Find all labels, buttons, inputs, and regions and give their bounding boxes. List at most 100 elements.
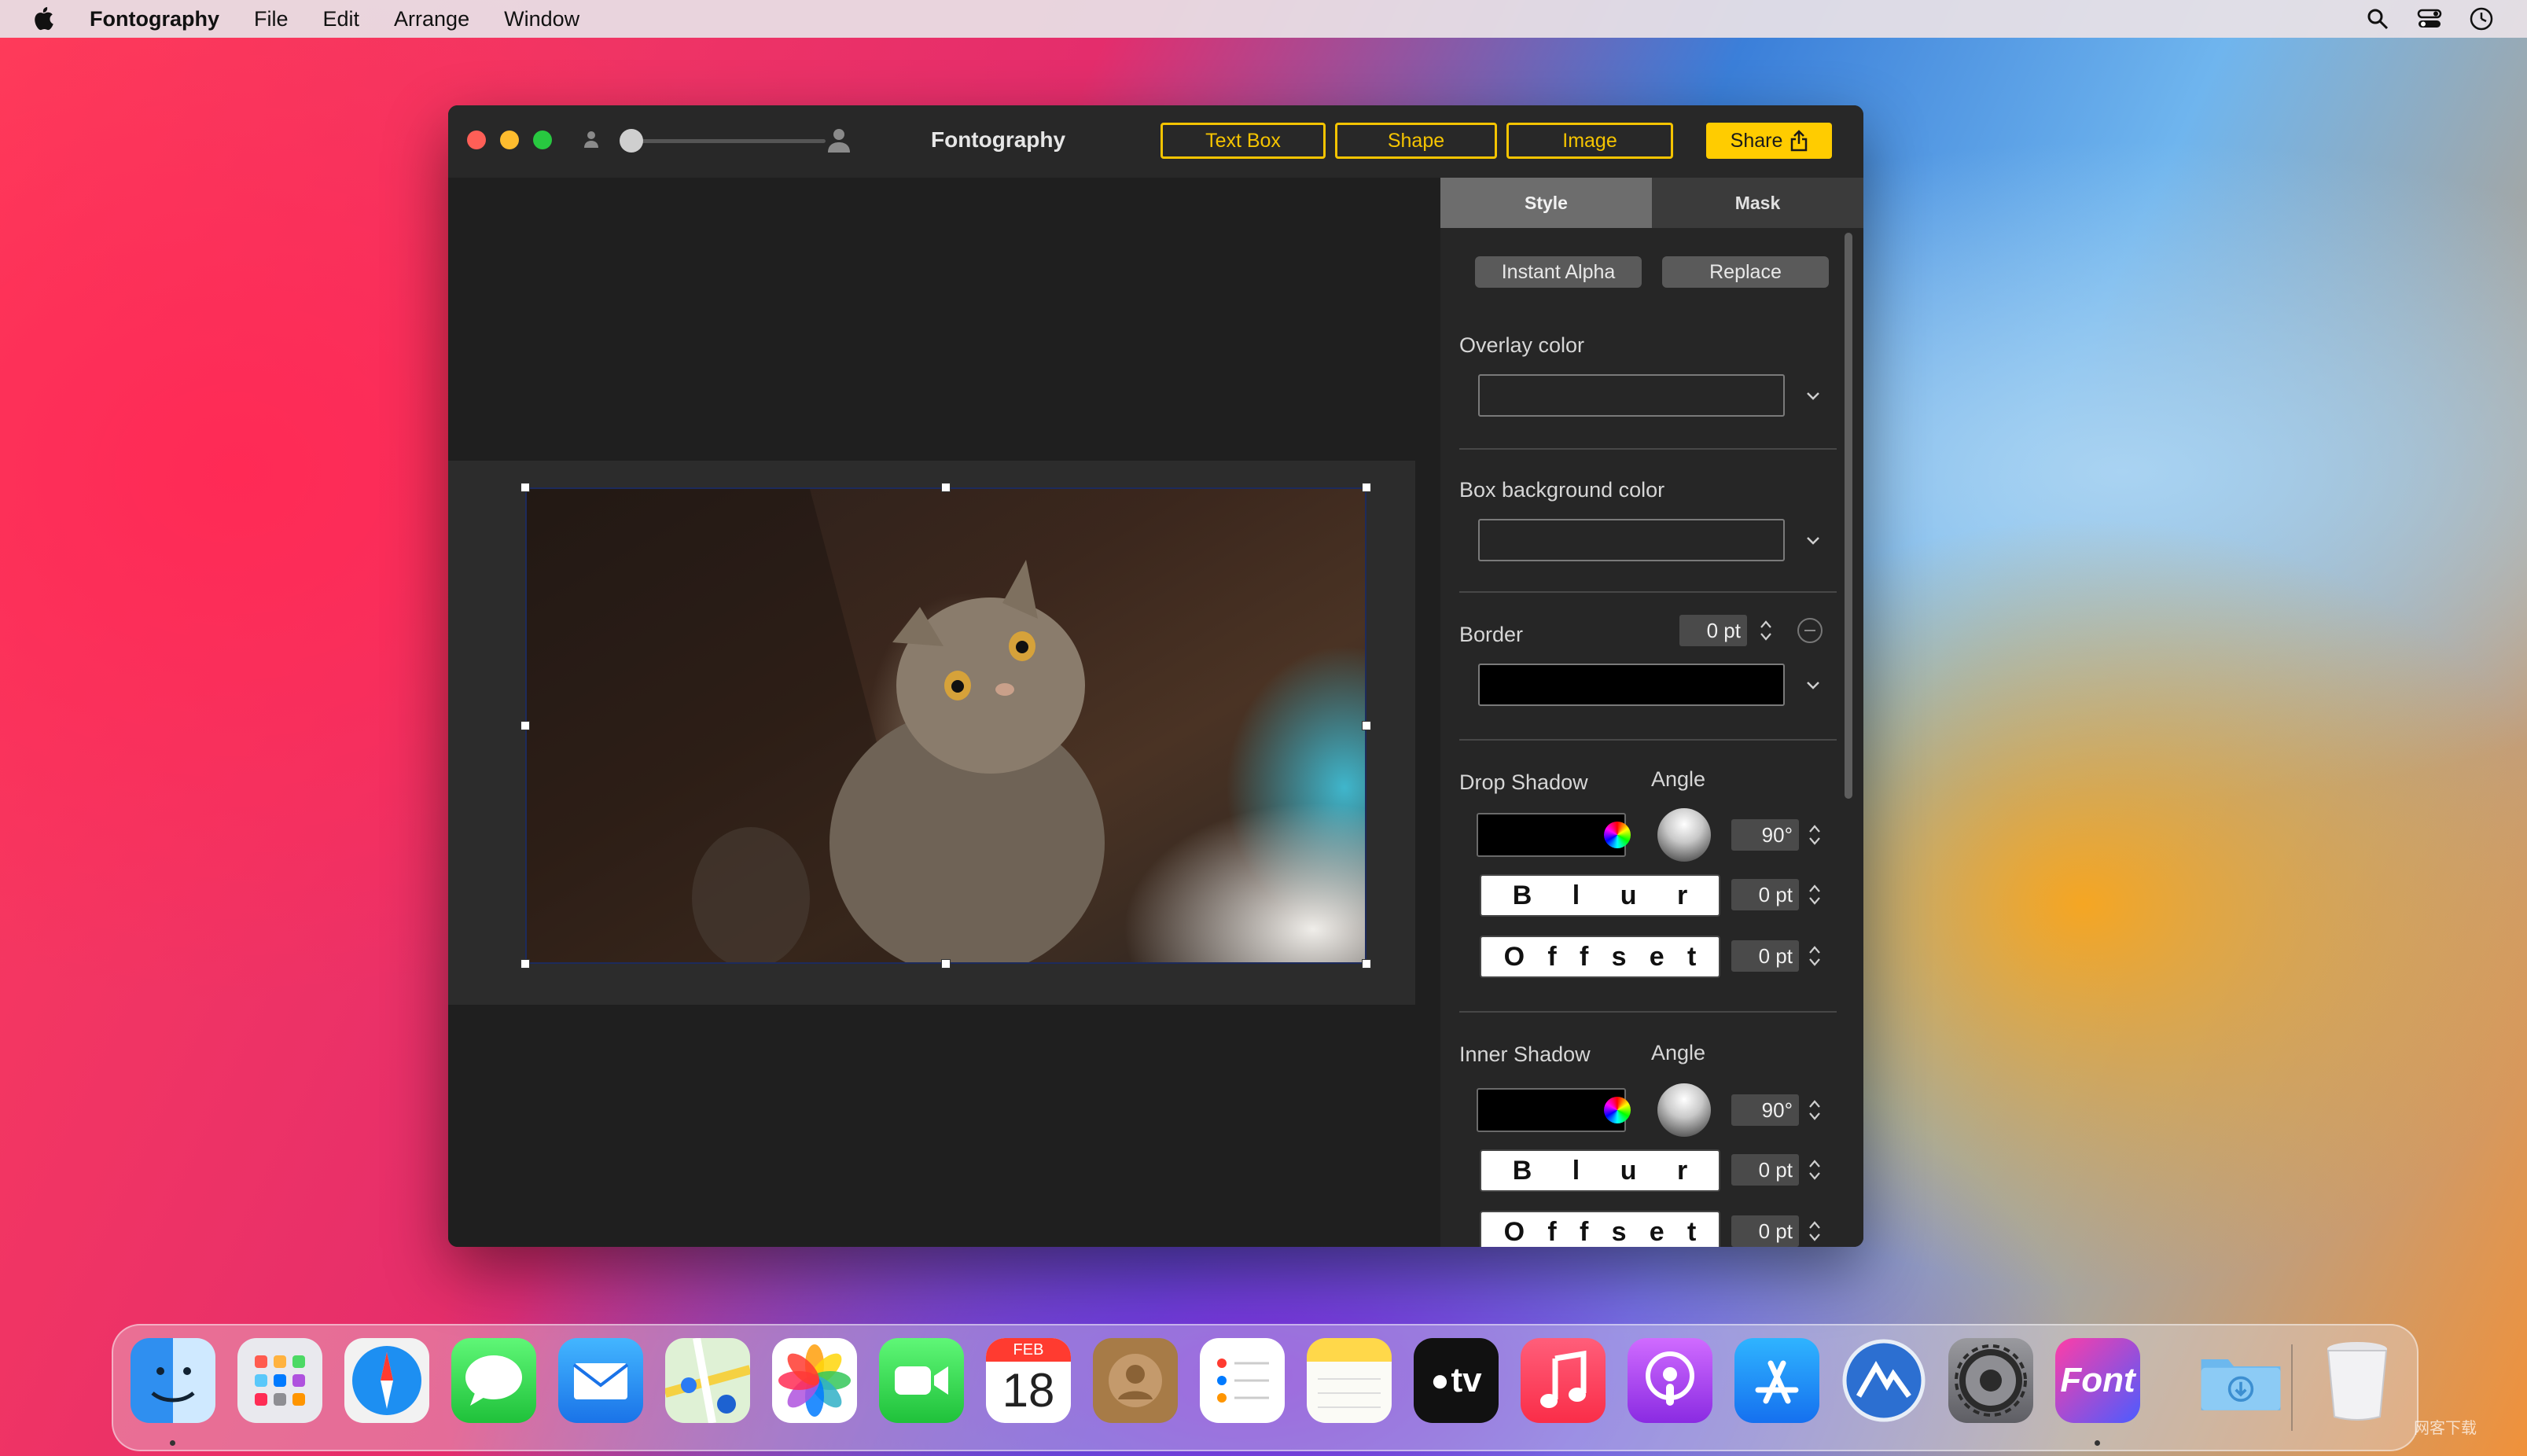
separator — [1459, 448, 1837, 450]
separator — [1459, 591, 1837, 593]
title-bar: Fontography Text Box Shape Image Share — [448, 105, 1863, 178]
running-indicator — [170, 1440, 175, 1446]
close-button[interactable] — [467, 131, 486, 149]
inner-shadow-angle-field[interactable]: 90° — [1731, 1094, 1799, 1126]
box-background-well[interactable] — [1478, 519, 1785, 561]
inner-shadow-blur-field[interactable]: 0 pt — [1731, 1154, 1799, 1186]
image-button[interactable]: Image — [1506, 123, 1673, 159]
drop-shadow-angle-field[interactable]: 90° — [1731, 819, 1799, 851]
launchpad-icon[interactable] — [237, 1338, 322, 1423]
toolbox-icon[interactable] — [1841, 1338, 1926, 1423]
color-wheel-icon[interactable] — [1604, 1097, 1631, 1123]
shape-button[interactable]: Shape — [1335, 123, 1497, 159]
drop-shadow-angle-stepper[interactable] — [1807, 819, 1823, 851]
minimize-button[interactable] — [500, 131, 519, 149]
clock-icon[interactable] — [2467, 5, 2496, 33]
drop-shadow-blur-stepper[interactable] — [1807, 879, 1823, 910]
inner-shadow-offset-field[interactable]: 0 pt — [1731, 1215, 1799, 1247]
drop-shadow-angle-knob[interactable] — [1657, 808, 1711, 862]
cat-image[interactable] — [525, 487, 1366, 964]
music-icon[interactable] — [1521, 1338, 1606, 1423]
border-label: Border — [1459, 623, 1524, 646]
inner-shadow-angle-knob[interactable] — [1657, 1083, 1711, 1137]
instant-alpha-button[interactable]: Instant Alpha — [1475, 256, 1642, 288]
contacts-icon[interactable] — [1093, 1338, 1178, 1423]
panel-scrollbar[interactable] — [1845, 233, 1852, 799]
zoom-slider-track[interactable] — [624, 139, 826, 143]
menu-bar: Fontography File Edit Arrange Window — [0, 0, 2527, 38]
color-wheel-icon[interactable] — [1604, 822, 1631, 848]
app-store-icon[interactable] — [1734, 1338, 1819, 1423]
offset-letter: t — [1687, 1216, 1697, 1247]
font-label: Font — [2060, 1361, 2135, 1399]
mail-icon[interactable] — [558, 1338, 643, 1423]
inner-shadow-offset-stepper[interactable] — [1807, 1215, 1823, 1247]
menu-window[interactable]: Window — [504, 7, 579, 31]
selection-handle-mr[interactable] — [1362, 721, 1371, 730]
notes-icon[interactable] — [1307, 1338, 1392, 1423]
tab-mask[interactable]: Mask — [1652, 178, 1863, 228]
selection-handle-ml[interactable] — [520, 721, 530, 730]
messages-icon[interactable] — [451, 1338, 536, 1423]
blur-letter: u — [1620, 880, 1637, 910]
inner-shadow-offset-label: O f f s e t — [1480, 1211, 1720, 1247]
menu-arrange[interactable]: Arrange — [394, 7, 469, 31]
calendar-day: 18 — [1002, 1364, 1055, 1417]
podcasts-icon[interactable] — [1628, 1338, 1712, 1423]
drop-shadow-blur-field[interactable]: 0 pt — [1731, 879, 1799, 910]
finder-icon[interactable] — [131, 1338, 215, 1423]
downloads-folder-icon[interactable] — [2198, 1338, 2283, 1423]
selection-handle-tl[interactable] — [520, 483, 530, 492]
replace-button[interactable]: Replace — [1662, 256, 1829, 288]
safari-icon[interactable] — [344, 1338, 429, 1423]
system-preferences-icon[interactable] — [1948, 1338, 2033, 1423]
selection-handle-bm[interactable] — [941, 959, 951, 969]
drop-shadow-offset-field[interactable]: 0 pt — [1731, 940, 1799, 972]
search-icon[interactable] — [2363, 5, 2392, 33]
box-background-label: Box background color — [1459, 478, 1665, 502]
drop-shadow-offset-stepper[interactable] — [1807, 940, 1823, 972]
selection-handle-tm[interactable] — [941, 483, 951, 492]
calendar-icon[interactable]: FEB 18 — [986, 1338, 1071, 1423]
tab-style[interactable]: Style — [1440, 178, 1652, 228]
inner-shadow-angle-stepper[interactable] — [1807, 1094, 1823, 1126]
drop-shadow-offset-label: O f f s e t — [1480, 936, 1720, 978]
inner-shadow-label: Inner Shadow — [1459, 1042, 1591, 1066]
text-box-button[interactable]: Text Box — [1161, 123, 1326, 159]
blur-letter: r — [1676, 1155, 1688, 1186]
reminders-icon[interactable] — [1200, 1338, 1285, 1423]
menu-edit[interactable]: Edit — [323, 7, 360, 31]
border-stepper[interactable] — [1758, 615, 1774, 646]
share-button[interactable]: Share — [1706, 123, 1832, 159]
chevron-down-icon[interactable] — [1804, 675, 1823, 694]
zoom-button[interactable] — [533, 131, 552, 149]
share-icon — [1791, 130, 1808, 152]
separator — [1459, 1011, 1837, 1013]
app-window: Fontography Text Box Shape Image Share S… — [448, 105, 1863, 1247]
inner-shadow-blur-stepper[interactable] — [1807, 1154, 1823, 1186]
separator — [1459, 739, 1837, 741]
tv-icon[interactable]: ● tv — [1414, 1338, 1499, 1423]
selection-handle-br[interactable] — [1362, 959, 1371, 969]
border-color-well[interactable] — [1478, 664, 1785, 706]
overlay-color-well[interactable] — [1478, 374, 1785, 417]
dock: FEB 18 ● tv Font — [112, 1324, 2418, 1451]
chevron-down-icon[interactable] — [1804, 531, 1823, 550]
trash-icon[interactable] — [2315, 1338, 2400, 1423]
control-center-icon[interactable] — [2415, 5, 2444, 33]
facetime-icon[interactable] — [879, 1338, 964, 1423]
border-width-field[interactable]: 0 pt — [1679, 615, 1747, 646]
chevron-down-icon[interactable] — [1804, 386, 1823, 405]
menu-app-name[interactable]: Fontography — [90, 7, 219, 31]
fontography-icon[interactable]: Font — [2055, 1338, 2140, 1423]
maps-icon[interactable] — [665, 1338, 750, 1423]
menu-file[interactable]: File — [254, 7, 289, 31]
selection-handle-bl[interactable] — [520, 959, 530, 969]
blur-letter: B — [1512, 1155, 1532, 1186]
photos-icon[interactable] — [772, 1338, 857, 1423]
blur-letter: l — [1572, 880, 1580, 910]
remove-border-icon[interactable] — [1797, 618, 1823, 643]
zoom-slider-knob[interactable] — [620, 129, 643, 153]
apple-icon[interactable] — [31, 6, 55, 32]
selection-handle-tr[interactable] — [1362, 483, 1371, 492]
